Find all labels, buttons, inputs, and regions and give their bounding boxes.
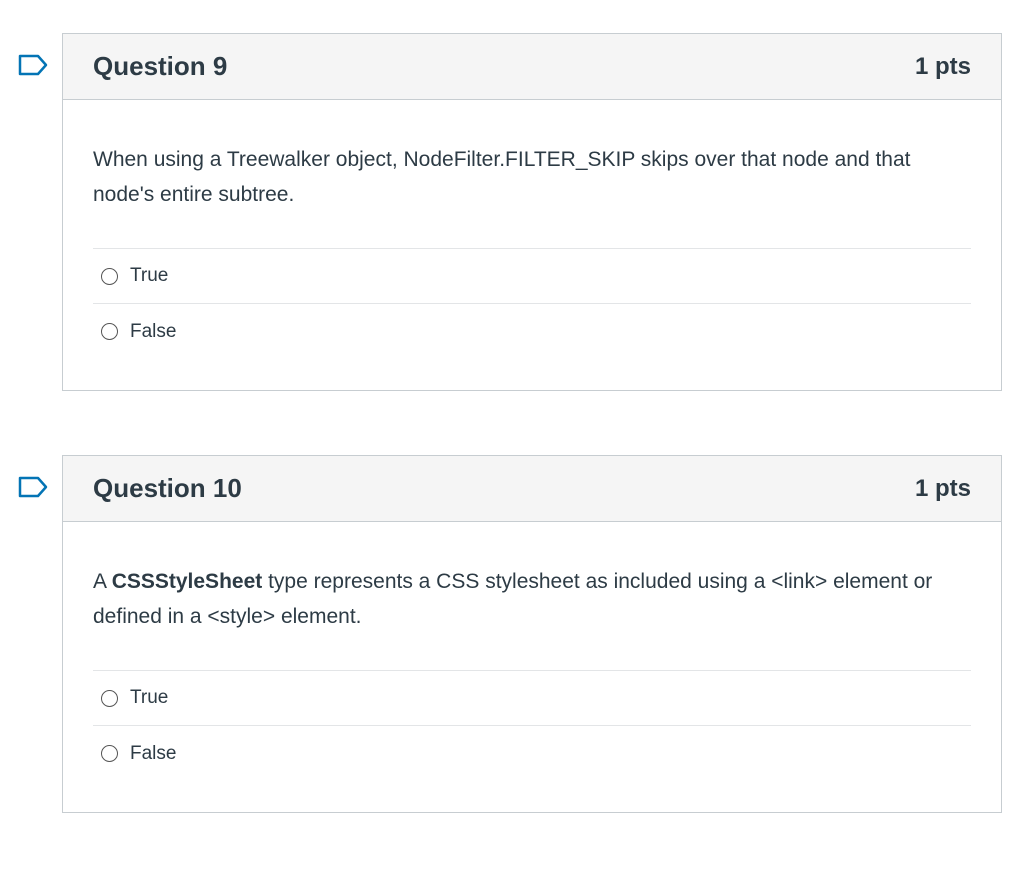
answer-list: True False [93, 670, 971, 781]
question-text: A CSSStyleSheet type represents a CSS st… [93, 564, 971, 634]
question-text-part: A [93, 570, 112, 593]
question-header: Question 9 1 pts [63, 34, 1001, 100]
question-card: Question 9 1 pts When using a Treewalker… [62, 33, 1002, 391]
radio-unselected-icon[interactable] [101, 267, 118, 285]
answer-list: True False [93, 248, 971, 359]
question-title: Question 9 [93, 51, 228, 81]
answer-label[interactable]: True [130, 265, 168, 287]
answer-option-true[interactable]: True [93, 671, 971, 726]
question-body: A CSSStyleSheet type represents a CSS st… [63, 522, 1001, 781]
flag-question-icon[interactable] [18, 476, 48, 498]
answer-option-false[interactable]: False [93, 304, 971, 359]
answer-label[interactable]: False [130, 321, 176, 343]
question-body: When using a Treewalker object, NodeFilt… [63, 100, 1001, 359]
question-points: 1 pts [914, 52, 971, 80]
question-text-part: When using a Treewalker object, NodeFilt… [93, 148, 911, 206]
flag-question-icon[interactable] [18, 54, 48, 76]
question-text: When using a Treewalker object, NodeFilt… [93, 142, 971, 212]
radio-unselected-icon[interactable] [101, 745, 118, 762]
answer-label[interactable]: True [130, 687, 168, 709]
question-title: Question 10 [93, 473, 242, 503]
question-header: Question 10 1 pts [63, 456, 1001, 522]
question-text-bold: CSSStyleSheet [111, 570, 263, 593]
question-points: 1 pts [914, 474, 971, 502]
answer-label[interactable]: False [130, 743, 176, 765]
radio-unselected-icon[interactable] [101, 689, 118, 707]
radio-unselected-icon[interactable] [101, 323, 118, 340]
answer-option-false[interactable]: False [93, 726, 971, 781]
answer-option-true[interactable]: True [93, 249, 971, 304]
question-card: Question 10 1 pts A CSSStyleSheet type r… [62, 455, 1002, 813]
